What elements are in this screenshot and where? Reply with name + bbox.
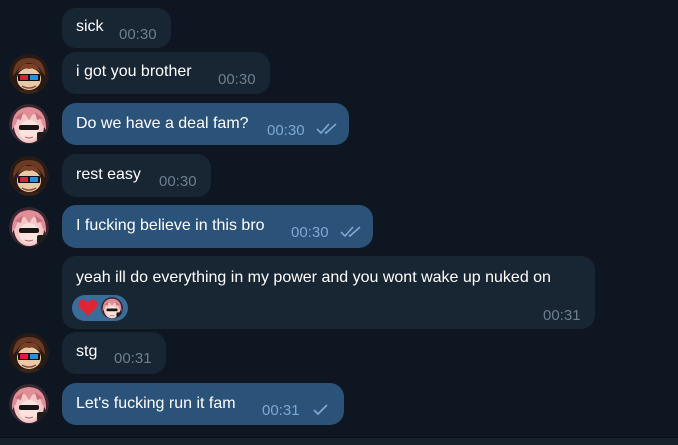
message-time: 00:30 <box>159 173 197 190</box>
message-bubble[interactable]: i got you brother 00:30 <box>62 52 270 94</box>
message-bubble[interactable]: stg 00:31 <box>62 332 166 374</box>
message-time: 00:30 <box>218 71 256 88</box>
message-time: 00:30 <box>291 224 329 241</box>
message-bubble[interactable]: Let's fucking run it fam 00:31 <box>62 383 344 425</box>
message-text: sick <box>76 18 104 35</box>
reactions-pill[interactable] <box>72 295 128 321</box>
message-time: 00:31 <box>114 350 152 367</box>
message-text: Do we have a deal fam? <box>76 115 249 132</box>
avatar[interactable] <box>9 384 49 424</box>
message-text: yeah ill do everything in my power and y… <box>76 269 551 286</box>
message-bubble[interactable]: Do we have a deal fam? 00:30 <box>62 103 349 145</box>
message-text: i got you brother <box>76 63 192 80</box>
heart-icon <box>78 299 98 316</box>
double-check-icon <box>316 123 337 135</box>
avatar[interactable] <box>9 333 49 373</box>
message-bubble[interactable]: yeah ill do everything in my power and y… <box>62 256 595 329</box>
check-icon <box>313 404 328 416</box>
avatar[interactable] <box>9 54 49 94</box>
message-text: Let's fucking run it fam <box>76 395 236 412</box>
message-time: 00:31 <box>543 307 581 324</box>
message-bubble[interactable]: sick 00:30 <box>62 8 171 48</box>
message-bubble[interactable]: rest easy 00:30 <box>62 154 211 197</box>
avatar[interactable] <box>9 207 49 247</box>
avatar[interactable] <box>9 156 49 196</box>
message-text: I fucking believe in this bro <box>76 217 265 234</box>
message-time: 00:30 <box>267 122 305 139</box>
reactor-avatar <box>101 297 123 319</box>
message-text: stg <box>76 343 98 360</box>
chat-history[interactable]: sick 00:30 i got you brother 00:30 Do we… <box>0 0 678 438</box>
avatar[interactable] <box>9 104 49 144</box>
message-bubble[interactable]: I fucking believe in this bro 00:30 <box>62 205 373 248</box>
message-time: 00:31 <box>262 402 300 419</box>
double-check-icon <box>340 226 361 238</box>
message-time: 00:30 <box>119 26 157 43</box>
message-text: rest easy <box>76 166 141 183</box>
